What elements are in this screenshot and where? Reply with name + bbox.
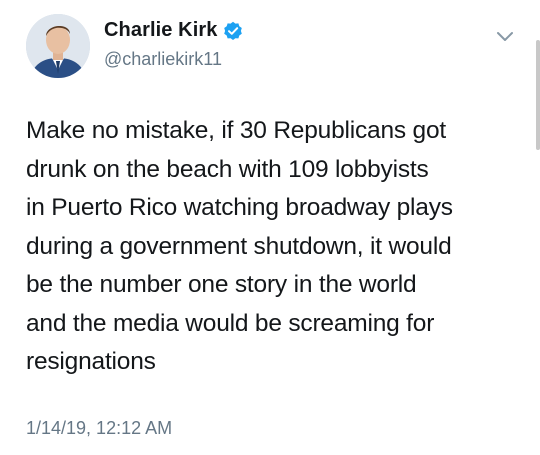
tweet-text: Make no mistake, if 30 Republicans got d… bbox=[26, 117, 453, 375]
avatar[interactable] bbox=[26, 14, 90, 78]
user-handle[interactable]: @charliekirk11 bbox=[104, 49, 222, 70]
tweet-card: Charlie Kirk @charliekirk11 Make no mist… bbox=[0, 0, 540, 455]
avatar-image bbox=[26, 14, 90, 78]
chevron-down-icon[interactable] bbox=[496, 30, 514, 42]
tweet-timestamp[interactable]: 1/14/19, 12:12 AM bbox=[26, 418, 172, 439]
display-name[interactable]: Charlie Kirk bbox=[104, 19, 217, 42]
verified-badge-icon bbox=[223, 21, 243, 41]
scrollbar[interactable] bbox=[536, 40, 540, 150]
author-name-row: Charlie Kirk bbox=[104, 19, 243, 42]
